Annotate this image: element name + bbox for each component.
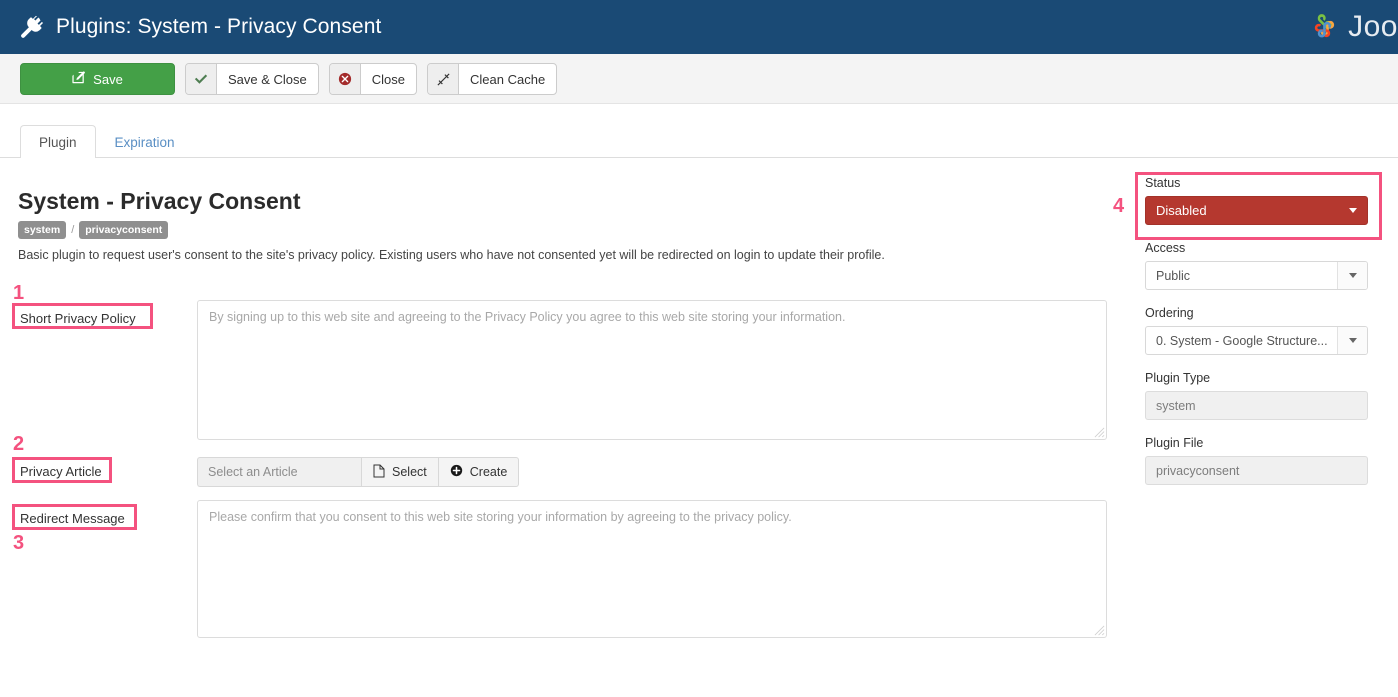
annotation-number-4: 4 — [1113, 195, 1125, 217]
plugin-badges: system / privacyconsent — [18, 221, 169, 239]
article-create-label: Create — [469, 465, 508, 479]
plugin-file-input: privacyconsent — [1145, 456, 1368, 485]
ordering-label: Ordering — [1145, 306, 1194, 320]
plugin-type-label: Plugin Type — [1145, 371, 1211, 385]
sidebar: Status Disabled Access Public Ordering 0… — [1145, 176, 1368, 501]
chevron-down-icon — [1337, 327, 1367, 354]
article-create-button[interactable]: Create — [437, 457, 520, 487]
tab-plugin-label: Plugin — [39, 135, 77, 150]
joomla-brand-text: Joo — [1348, 12, 1398, 42]
ordering-value: 0. System - Google Structure... — [1156, 333, 1328, 348]
joomla-brand: Joo — [1306, 0, 1398, 54]
tab-expiration[interactable]: Expiration — [96, 125, 194, 158]
privacy-article-group: Select an Article Select Create — [197, 457, 520, 487]
page-title: System - Privacy Consent — [18, 188, 301, 214]
save-button-label: Save — [93, 71, 123, 87]
save-button[interactable]: Save — [20, 63, 175, 95]
status-label: Status — [1145, 176, 1181, 190]
annotation-number-3: 3 — [13, 532, 25, 554]
cancel-circle-icon — [329, 64, 361, 94]
resize-grip-icon[interactable] — [1094, 427, 1105, 438]
check-icon — [186, 64, 217, 94]
broom-icon — [428, 64, 460, 94]
pencil-square-icon — [72, 71, 86, 87]
resize-grip-icon[interactable] — [1094, 625, 1105, 636]
clean-cache-button[interactable]: Clean Cache — [427, 63, 558, 95]
redirect-message-textarea[interactable]: Please confirm that you consent to this … — [197, 500, 1107, 638]
tabs-divider — [0, 157, 1398, 158]
short-privacy-policy-textarea[interactable]: By signing up to this web site and agree… — [197, 300, 1107, 440]
chevron-down-icon — [1337, 262, 1367, 289]
access-value: Public — [1156, 268, 1191, 283]
ordering-field: Ordering 0. System - Google Structure... — [1145, 306, 1368, 355]
plug-icon — [18, 14, 44, 40]
badge-plugin-file: privacyconsent — [79, 221, 169, 239]
clean-cache-label: Clean Cache — [470, 71, 546, 87]
ordering-select[interactable]: 0. System - Google Structure... — [1145, 326, 1368, 355]
toolbar: Save Save & Close Close Clean Cache — [20, 63, 558, 95]
plugin-file-label: Plugin File — [1145, 436, 1204, 450]
save-and-close-button[interactable]: Save & Close — [185, 63, 319, 95]
tab-expiration-label: Expiration — [114, 135, 175, 150]
plus-circle-icon — [450, 464, 463, 480]
tab-bar: Plugin Expiration — [20, 122, 194, 159]
tab-plugin[interactable]: Plugin — [20, 125, 96, 159]
access-field: Access Public — [1145, 241, 1368, 290]
save-and-close-label: Save & Close — [228, 71, 307, 87]
badge-plugin-type: system — [18, 221, 67, 239]
redirect-message-label: Redirect Message — [20, 511, 125, 526]
annotation-number-1: 1 — [13, 282, 25, 304]
status-value: Disabled — [1156, 203, 1207, 218]
annotation-number-2: 2 — [13, 433, 25, 455]
joomla-logo-icon — [1314, 14, 1335, 38]
article-select-button[interactable]: Select — [361, 457, 438, 487]
chevron-down-icon — [1349, 208, 1357, 213]
status-select[interactable]: Disabled — [1145, 196, 1368, 225]
access-select[interactable]: Public — [1145, 261, 1368, 290]
plugin-type-field: Plugin Type system — [1145, 371, 1368, 420]
access-label: Access — [1145, 241, 1186, 255]
file-icon — [373, 464, 385, 481]
plugin-file-field: Plugin File privacyconsent — [1145, 436, 1368, 485]
privacy-article-label: Privacy Article — [20, 464, 102, 479]
plugin-type-input: system — [1145, 391, 1368, 420]
toolbar-container: Save Save & Close Close Clean Cache — [0, 54, 1398, 104]
privacy-article-input[interactable]: Select an Article — [197, 457, 361, 487]
short-privacy-policy-label: Short Privacy Policy — [20, 311, 136, 326]
close-button[interactable]: Close — [328, 63, 418, 95]
page-header-title: Plugins: System - Privacy Consent — [56, 15, 382, 38]
plugin-description: Basic plugin to request user's consent t… — [18, 248, 885, 262]
app-header: Plugins: System - Privacy Consent Joo — [0, 0, 1398, 54]
badge-separator: / — [71, 224, 75, 236]
status-field: Status Disabled — [1145, 176, 1368, 225]
close-button-label: Close — [371, 71, 406, 87]
article-select-label: Select — [392, 465, 427, 479]
